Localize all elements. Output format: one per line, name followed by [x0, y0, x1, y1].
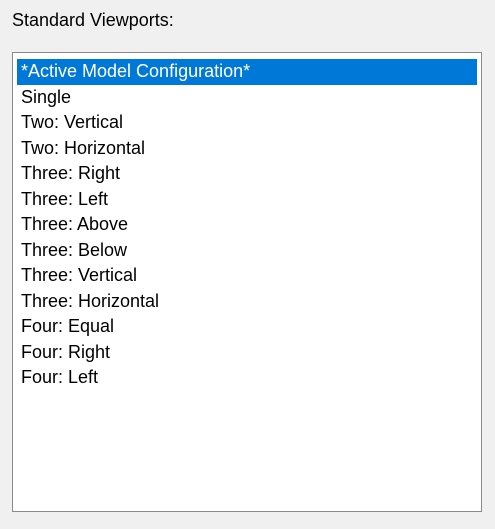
standard-viewports-label: Standard Viewports: [12, 10, 174, 30]
list-item-single[interactable]: Single [17, 85, 477, 111]
list-item-three-right[interactable]: Three: Right [17, 161, 477, 187]
list-item-three-vertical[interactable]: Three: Vertical [17, 263, 477, 289]
list-item-three-above[interactable]: Three: Above [17, 212, 477, 238]
standard-viewports-list[interactable]: *Active Model Configuration* Single Two:… [12, 52, 482, 512]
list-item-active-model-configuration[interactable]: *Active Model Configuration* [17, 59, 477, 85]
list-item-four-right[interactable]: Four: Right [17, 340, 477, 366]
list-item-three-left[interactable]: Three: Left [17, 187, 477, 213]
list-item-four-left[interactable]: Four: Left [17, 365, 477, 391]
list-item-three-horizontal[interactable]: Three: Horizontal [17, 289, 477, 315]
list-item-two-horizontal[interactable]: Two: Horizontal [17, 136, 477, 162]
list-item-four-equal[interactable]: Four: Equal [17, 314, 477, 340]
standard-viewports-panel: Standard Viewports: *Active Model Config… [0, 0, 495, 529]
list-item-three-below[interactable]: Three: Below [17, 238, 477, 264]
list-item-two-vertical[interactable]: Two: Vertical [17, 110, 477, 136]
